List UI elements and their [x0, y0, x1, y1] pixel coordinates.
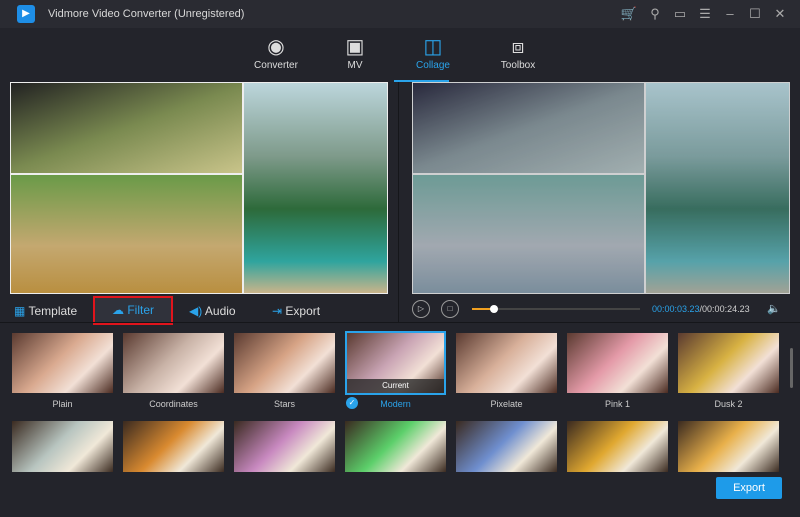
- filter-label: Modern: [380, 399, 411, 409]
- scrollbar[interactable]: [790, 348, 793, 388]
- maximize-icon[interactable]: ☐: [746, 5, 764, 23]
- current-time: 00:00:03.23: [652, 304, 700, 314]
- tab-export[interactable]: ⇥ Export: [272, 297, 320, 325]
- tab-label: Audio: [204, 304, 236, 318]
- collage-cell[interactable]: [243, 82, 388, 294]
- tab-audio[interactable]: ◀) Audio: [189, 297, 236, 325]
- tab-label: Export: [285, 304, 321, 318]
- divider: [398, 82, 399, 322]
- filter-thumb[interactable]: [234, 421, 335, 472]
- stop-button[interactable]: □: [441, 300, 459, 318]
- filter-thumb[interactable]: [678, 333, 779, 393]
- tab-template[interactable]: ▦ Template: [14, 297, 77, 325]
- nav-label: MV: [347, 60, 363, 71]
- filter-thumb[interactable]: Current: [345, 331, 446, 395]
- filter-thumb[interactable]: [123, 333, 224, 393]
- converter-icon: ◉: [267, 36, 285, 58]
- cart-icon[interactable]: 🛒: [620, 5, 638, 23]
- nav-toolbox[interactable]: ⧈ Toolbox: [488, 34, 548, 71]
- filter-thumb[interactable]: [567, 421, 668, 472]
- key-icon[interactable]: ⚲: [646, 5, 664, 23]
- progress-handle[interactable]: [489, 305, 498, 313]
- tab-label: Template: [28, 304, 78, 318]
- filter-label: Dusk 2: [714, 399, 743, 409]
- filter-label: Stars: [273, 399, 295, 409]
- current-badge: Current: [347, 379, 444, 393]
- nav-converter[interactable]: ◉ Converter: [246, 34, 306, 71]
- filter-thumb[interactable]: [12, 421, 113, 472]
- toolbox-icon: ⧈: [511, 36, 525, 58]
- menu-icon[interactable]: ☰: [696, 5, 714, 23]
- collage-preview: [412, 82, 790, 294]
- nav-label: Collage: [416, 60, 450, 71]
- close-icon[interactable]: ✕: [771, 5, 789, 23]
- window-title: Vidmore Video Converter (Unregistered): [48, 8, 245, 20]
- audio-icon: ◀): [189, 304, 203, 318]
- filter-label: Pixelate: [490, 399, 523, 409]
- filter-thumb[interactable]: [123, 421, 224, 472]
- progress-slider[interactable]: [472, 305, 640, 313]
- feedback-icon[interactable]: ▭: [671, 5, 689, 23]
- minimize-icon[interactable]: –: [721, 5, 739, 23]
- filter-thumb[interactable]: [12, 333, 113, 393]
- divider: [0, 322, 800, 323]
- template-icon: ▦: [14, 304, 26, 318]
- filter-label: Plain: [52, 399, 73, 409]
- filter-thumb[interactable]: [567, 333, 668, 393]
- filter-label: Pink 1: [604, 399, 630, 409]
- nav-collage[interactable]: ◫ Collage: [403, 34, 463, 71]
- play-button[interactable]: ▷: [412, 300, 430, 318]
- export-icon: ⇥: [272, 304, 283, 318]
- tv-icon: ▣: [345, 36, 365, 58]
- nav-mv[interactable]: ▣ MV: [325, 34, 385, 71]
- nav-label: Toolbox: [500, 60, 536, 71]
- app-logo-icon: ▶: [17, 5, 35, 23]
- collage-cell[interactable]: [10, 174, 243, 294]
- filter-thumb[interactable]: [345, 421, 446, 472]
- tab-filter[interactable]: ☁ Filter: [93, 296, 173, 325]
- volume-icon[interactable]: 🔈: [767, 302, 781, 315]
- time-display: 00:00:03.23/00:00:24.23: [652, 304, 750, 314]
- collage-editor[interactable]: [10, 82, 388, 294]
- collage-icon: ◫: [423, 36, 443, 58]
- filter-thumb[interactable]: [456, 421, 557, 472]
- filter-thumb[interactable]: [234, 333, 335, 393]
- tab-label: Filter: [127, 303, 154, 317]
- collage-cell[interactable]: [10, 82, 243, 174]
- filter-thumb[interactable]: [678, 421, 779, 472]
- filter-thumb[interactable]: [456, 333, 557, 393]
- filter-label: Coordinates: [149, 399, 198, 409]
- nav-label: Converter: [254, 60, 298, 71]
- export-button[interactable]: Export: [716, 477, 782, 499]
- filter-icon: ☁: [111, 303, 124, 317]
- total-time: /00:00:24.23: [699, 304, 750, 314]
